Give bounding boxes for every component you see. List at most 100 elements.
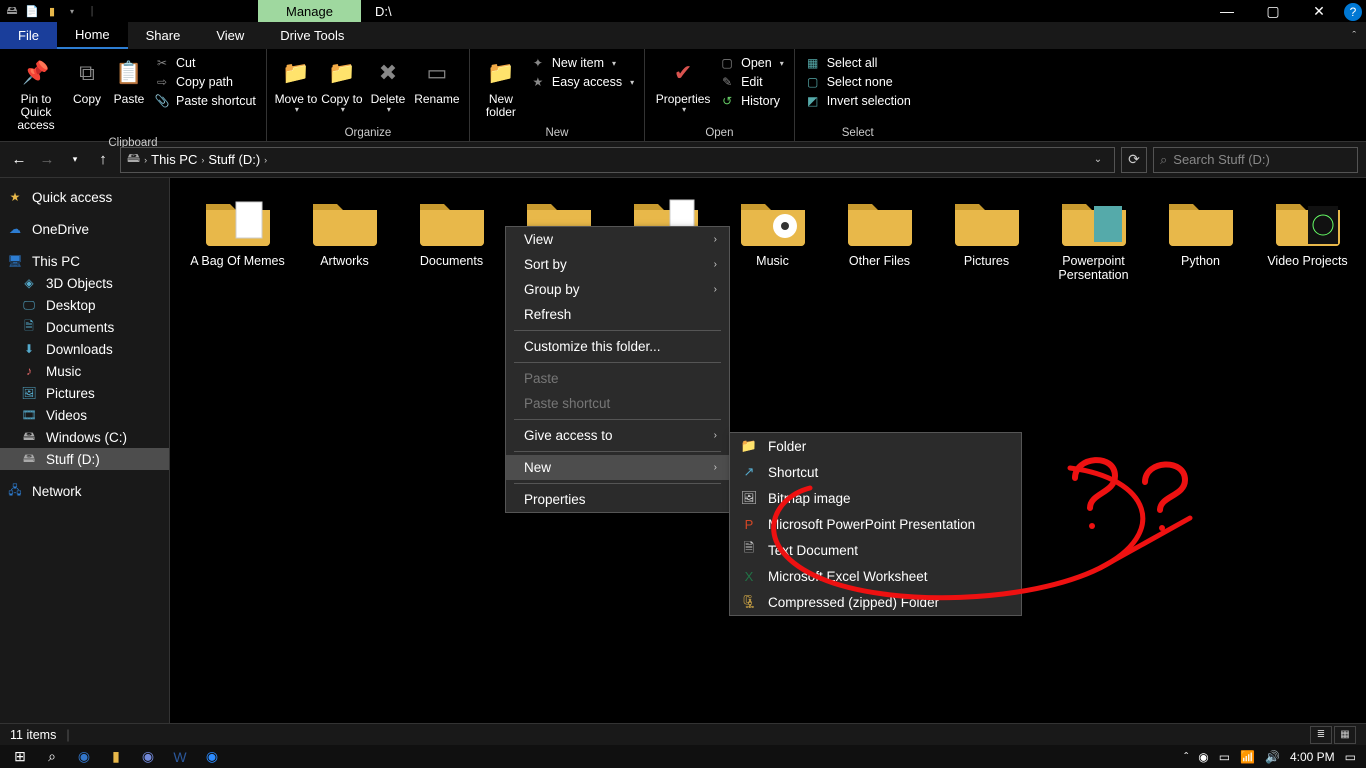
- breadcrumb-drive[interactable]: Stuff (D:)›: [208, 152, 267, 167]
- tab-home[interactable]: Home: [57, 22, 128, 49]
- ctx-properties[interactable]: Properties: [506, 487, 729, 512]
- ctx-view[interactable]: View›: [506, 227, 729, 252]
- explorer-button[interactable]: ▮: [100, 745, 132, 768]
- select-all-button[interactable]: ▦Select all: [805, 55, 911, 71]
- new-text-document[interactable]: 🗎Text Document: [730, 537, 1021, 563]
- search-box[interactable]: ⌕ Search Stuff (D:): [1153, 147, 1358, 173]
- crumb-caret-icon[interactable]: ›: [144, 155, 147, 165]
- ctx-new[interactable]: New›: [506, 455, 729, 480]
- new-item-button[interactable]: ✦New item▾: [530, 55, 634, 71]
- folder-item[interactable]: Python: [1147, 192, 1254, 283]
- ctx-refresh[interactable]: Refresh: [506, 302, 729, 327]
- folder-item[interactable]: Artworks: [291, 192, 398, 283]
- folder-item[interactable]: A Bag Of Memes: [184, 192, 291, 283]
- nav-onedrive[interactable]: ☁OneDrive: [0, 218, 169, 240]
- back-button[interactable]: ←: [8, 149, 30, 171]
- easy-access-button[interactable]: ★Easy access▾: [530, 74, 634, 90]
- minimize-button[interactable]: —: [1204, 0, 1250, 22]
- word-button[interactable]: W: [164, 745, 196, 768]
- ctx-groupby[interactable]: Group by›: [506, 277, 729, 302]
- copy-button[interactable]: ⧉ Copy: [66, 53, 108, 108]
- nav-documents[interactable]: 🗎Documents: [0, 316, 169, 338]
- new-folder-button[interactable]: 📁 New folder: [476, 53, 526, 121]
- doc-icon: 📄: [24, 3, 40, 19]
- qat-dropdown[interactable]: ▾: [64, 3, 80, 19]
- nav-windows-c[interactable]: 🖴Windows (C:): [0, 426, 169, 448]
- wifi-icon[interactable]: 📶: [1240, 750, 1255, 764]
- paste-shortcut-button[interactable]: 📎Paste shortcut: [154, 93, 256, 109]
- new-compressed-folder[interactable]: 🗜Compressed (zipped) Folder: [730, 589, 1021, 615]
- up-button[interactable]: ↑: [92, 149, 114, 171]
- tab-drivetools[interactable]: Drive Tools: [262, 22, 362, 49]
- forward-button[interactable]: →: [36, 149, 58, 171]
- nav-videos[interactable]: 🎞Videos: [0, 404, 169, 426]
- properties-button[interactable]: ✔ Properties▾: [651, 53, 715, 117]
- rename-button[interactable]: ▭ Rename: [411, 53, 463, 108]
- copy-path-button[interactable]: ⇨Copy path: [154, 74, 256, 90]
- start-button[interactable]: ⊞: [4, 745, 36, 768]
- discord-button[interactable]: ◉: [132, 745, 164, 768]
- close-button[interactable]: ✕: [1296, 0, 1342, 22]
- edit-button[interactable]: ✎Edit: [719, 74, 784, 90]
- folder-item[interactable]: Powerpoint Persentation: [1040, 192, 1147, 283]
- action-center-icon[interactable]: ▭: [1345, 750, 1356, 764]
- nav-3dobjects[interactable]: ◈3D Objects: [0, 272, 169, 294]
- new-powerpoint[interactable]: PMicrosoft PowerPoint Presentation: [730, 511, 1021, 537]
- new-bitmap[interactable]: 🖼Bitmap image: [730, 485, 1021, 511]
- history-button[interactable]: ↺History: [719, 93, 784, 109]
- edge-button[interactable]: ◉: [68, 745, 100, 768]
- pin-to-quick-access-button[interactable]: 📌 Pin to Quick access: [6, 53, 66, 135]
- clock[interactable]: 4:00 PM: [1290, 750, 1335, 764]
- tray-chevron-icon[interactable]: ˆ: [1184, 750, 1188, 764]
- zoom-button[interactable]: ◉: [196, 745, 228, 768]
- folder-item[interactable]: Documents: [398, 192, 505, 283]
- details-view-button[interactable]: ≣: [1310, 726, 1332, 744]
- nav-network[interactable]: 🖧Network: [0, 480, 169, 502]
- invert-selection-button[interactable]: ◩Invert selection: [805, 93, 911, 109]
- icons-view-button[interactable]: ▦: [1334, 726, 1356, 744]
- manage-tab[interactable]: Manage: [258, 0, 361, 22]
- nav-music[interactable]: ♪Music: [0, 360, 169, 382]
- nav-quick-access[interactable]: ★Quick access: [0, 186, 169, 208]
- open-button[interactable]: ▢Open▾: [719, 55, 784, 71]
- new-excel[interactable]: XMicrosoft Excel Worksheet: [730, 563, 1021, 589]
- content-area[interactable]: A Bag Of Memes Artworks Documents Music …: [170, 178, 1366, 723]
- cut-button[interactable]: ✂Cut: [154, 55, 256, 71]
- refresh-button[interactable]: ⟳: [1121, 147, 1147, 173]
- folder-item[interactable]: Music: [719, 192, 826, 283]
- search-icon: ⌕: [1160, 152, 1167, 168]
- folder-item[interactable]: Video Projects: [1254, 192, 1361, 283]
- address-bar[interactable]: 🖴 › This PC› Stuff (D:)› ⌄: [120, 147, 1115, 173]
- ctx-sortby[interactable]: Sort by›: [506, 252, 729, 277]
- maximize-button[interactable]: ▢: [1250, 0, 1296, 22]
- nav-downloads[interactable]: ⬇Downloads: [0, 338, 169, 360]
- recent-locations-button[interactable]: ▾: [64, 149, 86, 171]
- new-folder[interactable]: 📁Folder: [730, 433, 1021, 459]
- nav-pictures[interactable]: 🖼Pictures: [0, 382, 169, 404]
- copy-to-button[interactable]: 📁 Copy to▾: [319, 53, 365, 117]
- tab-file[interactable]: File: [0, 22, 57, 49]
- tray-discord-icon[interactable]: ◉: [1198, 750, 1208, 764]
- breadcrumb-thispc[interactable]: This PC›: [151, 152, 204, 167]
- nav-desktop[interactable]: 🖵Desktop: [0, 294, 169, 316]
- nav-thispc[interactable]: 🖥This PC: [0, 250, 169, 272]
- battery-icon[interactable]: ▭: [1219, 750, 1230, 764]
- folder-item[interactable]: Pictures: [933, 192, 1040, 283]
- address-dropdown[interactable]: ⌄: [1088, 154, 1108, 165]
- help-button[interactable]: ?: [1344, 3, 1362, 21]
- tab-view[interactable]: View: [198, 22, 262, 49]
- tab-share[interactable]: Share: [128, 22, 199, 49]
- search-button[interactable]: ⌕: [36, 745, 68, 768]
- ctx-customize[interactable]: Customize this folder...: [506, 334, 729, 359]
- volume-icon[interactable]: 🔊: [1265, 750, 1280, 764]
- select-none-button[interactable]: ▢Select none: [805, 74, 911, 90]
- ctx-give-access[interactable]: Give access to›: [506, 423, 729, 448]
- nav-stuff-d[interactable]: 🖴Stuff (D:): [0, 448, 169, 470]
- move-to-button[interactable]: 📁 Move to▾: [273, 53, 319, 117]
- delete-button[interactable]: ✖ Delete▾: [365, 53, 411, 117]
- ribbon-collapse-icon[interactable]: ˆ: [1352, 30, 1356, 42]
- paste-button[interactable]: 📋 Paste: [108, 53, 150, 108]
- history-icon: ↺: [719, 93, 735, 109]
- folder-item[interactable]: Other Files: [826, 192, 933, 283]
- new-shortcut[interactable]: ↗Shortcut: [730, 459, 1021, 485]
